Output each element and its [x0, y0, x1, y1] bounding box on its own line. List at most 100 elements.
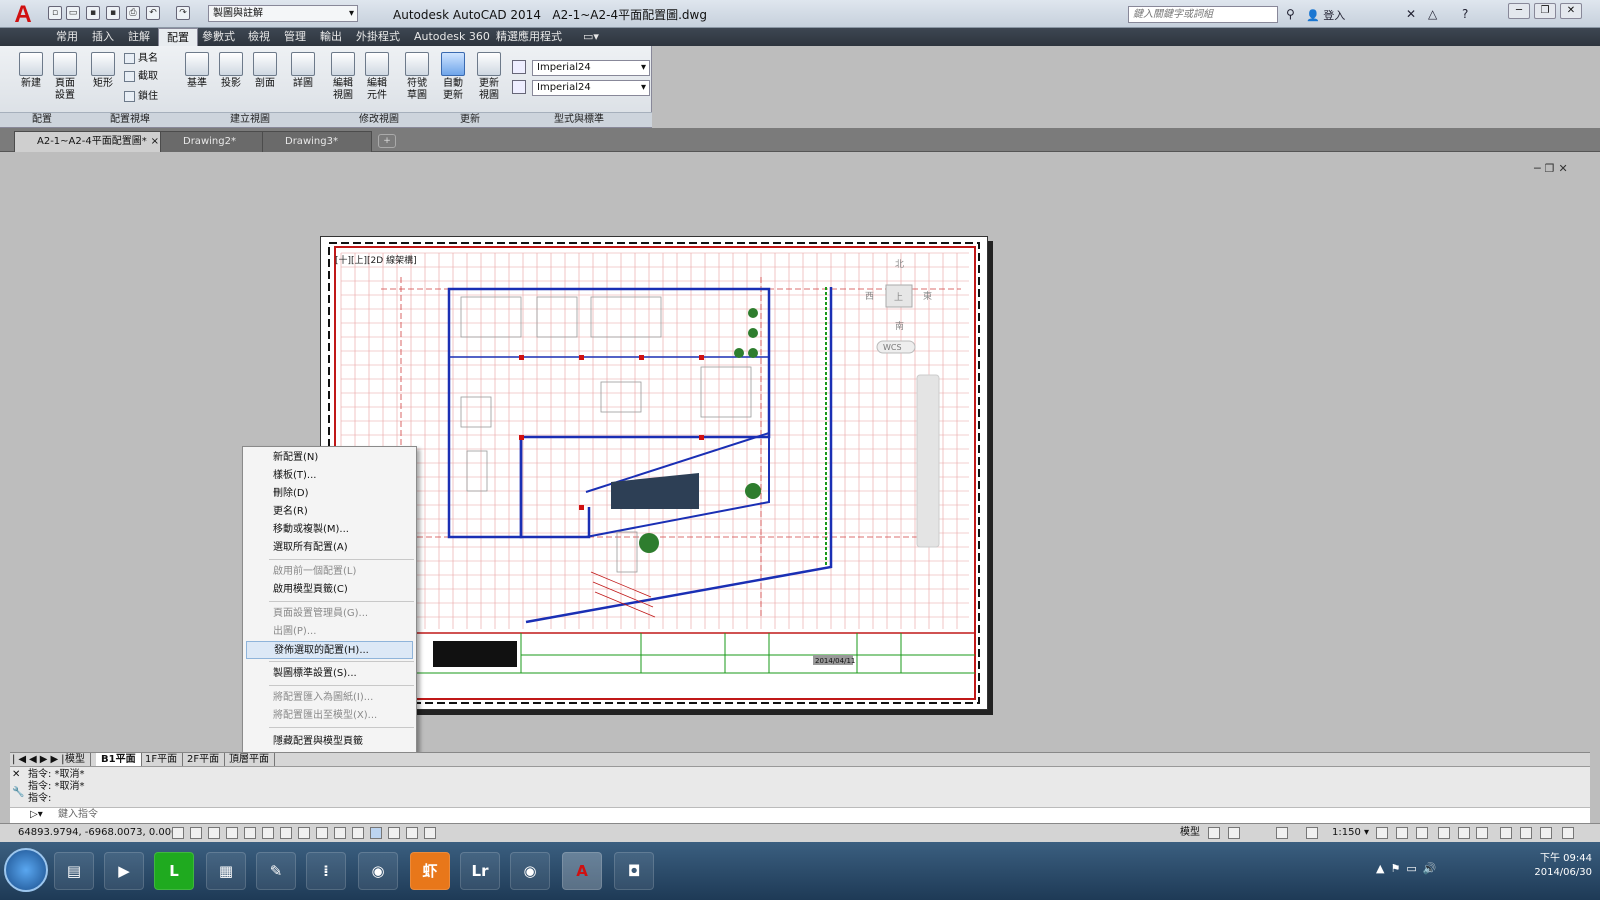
lightroom-icon[interactable]: Lr [460, 852, 500, 890]
viewport-scale-select[interactable]: 1:150 ▾ [1332, 824, 1369, 842]
edit-view-button[interactable]: 編輯 視圖 [328, 52, 358, 102]
rectangular-viewport-button[interactable]: 矩形 [88, 52, 118, 90]
chrome-icon[interactable]: ◉ [358, 852, 398, 890]
transparency-icon[interactable] [370, 827, 382, 839]
layout-tab-roof[interactable]: 頂層平面 [224, 753, 275, 766]
wrench-icon[interactable]: 🔧 [12, 787, 24, 799]
named-viewport-button[interactable]: 具名 [124, 52, 158, 65]
new-layout-button[interactable]: 新建 [16, 52, 46, 90]
exchange-icon[interactable]: ✕ [1406, 7, 1416, 21]
menu-publish-selected[interactable]: 發佈選取的配置(H)... [246, 641, 413, 659]
annotation-monitor-icon[interactable] [424, 827, 436, 839]
chrome-icon-2[interactable]: ◉ [510, 852, 550, 890]
triangle-icon[interactable]: △ [1428, 7, 1437, 21]
tab-autodesk360[interactable]: Autodesk 360 [406, 28, 498, 46]
layout-tab-b1[interactable]: B1平面 [96, 753, 142, 766]
projected-view-button[interactable]: 投影 [216, 52, 246, 90]
menu-delete[interactable]: 刪除(D) [246, 485, 413, 503]
base-view-button[interactable]: 基準 [182, 52, 212, 90]
update-view-button[interactable]: 更新 視圖 [474, 52, 504, 102]
menu-select-all-layouts[interactable]: 選取所有配置(A) [246, 539, 413, 557]
calculator-icon[interactable]: ▦ [206, 852, 246, 890]
menu-drafting-standards[interactable]: 製圖標準設置(S)... [246, 665, 413, 683]
menu-hide-layout-tabs[interactable]: 隱藏配置與模型頁籤 [246, 733, 413, 751]
polar-tracking-icon[interactable] [244, 827, 256, 839]
line-app-icon[interactable]: L [154, 852, 194, 890]
tab-featured-apps[interactable]: 精選應用程式 [488, 28, 570, 46]
section-style-select[interactable]: Imperial24 ▾ [532, 60, 650, 76]
menu-rename[interactable]: 更名(R) [246, 503, 413, 521]
auto-scale-icon[interactable] [1396, 827, 1408, 839]
apps-grid-icon[interactable]: ⁞ [306, 852, 346, 890]
quick-view-drawings-icon[interactable] [1228, 827, 1240, 839]
viewcube-north[interactable]: 北 [895, 259, 904, 270]
dynamic-input-icon[interactable] [334, 827, 346, 839]
quick-properties-icon[interactable] [388, 827, 400, 839]
taskbar-clock[interactable]: 下午 09:44 2014/06/30 [1522, 852, 1592, 880]
restore-button[interactable]: ❐ [1534, 3, 1556, 19]
tab-layout[interactable]: 配置 [158, 28, 198, 46]
paper-sheet[interactable]: [十][上][2D 線架構] 北 上 西 東 南 WCS 2014/04/11 [320, 236, 988, 710]
application-status-icon[interactable] [1520, 827, 1532, 839]
tab-home[interactable]: 常用 [48, 28, 86, 46]
viewcube-east[interactable]: 東 [923, 290, 932, 302]
page-setup-button[interactable]: 頁面 設置 [50, 52, 80, 102]
menu-move-copy[interactable]: 移動或複製(M)... [246, 521, 413, 539]
command-input[interactable]: ▷▾ 鍵入指令 [10, 807, 1590, 823]
clean-screen-icon[interactable] [1540, 827, 1552, 839]
tab-manage[interactable]: 管理 [276, 28, 314, 46]
tab-view[interactable]: 檢視 [240, 28, 278, 46]
navigation-bar[interactable] [916, 374, 940, 548]
lineweight-icon[interactable] [352, 827, 364, 839]
tab-output[interactable]: 輸出 [312, 28, 350, 46]
object-snap-tracking-icon[interactable] [298, 827, 310, 839]
snap-mode-icon[interactable] [190, 827, 202, 839]
layout-tab-2f[interactable]: 2F平面 [182, 753, 226, 766]
autocad-taskbar-icon[interactable]: A [562, 852, 602, 890]
object-snap-icon[interactable] [262, 827, 274, 839]
workspace-switching-icon[interactable] [1438, 827, 1450, 839]
viewcube-west[interactable]: 西 [865, 291, 874, 302]
binoculars-icon[interactable]: ⚲ [1286, 7, 1295, 21]
layout-tab-1f[interactable]: 1F平面 [140, 753, 184, 766]
xiami-icon[interactable]: 虾 [410, 852, 450, 890]
tab-toggle-icon[interactable]: ▭▾ [575, 28, 607, 46]
file-explorer-icon[interactable]: ▤ [54, 852, 94, 890]
doc-tab-a2[interactable]: A2-1~A2-4平面配置圖* × [14, 131, 164, 152]
tab-insert[interactable]: 插入 [84, 28, 122, 46]
detail-style-select[interactable]: Imperial24 ▾ [532, 80, 650, 96]
viewcube-south[interactable]: 南 [895, 320, 904, 332]
detail-view-button[interactable]: 詳圖 [288, 52, 318, 90]
section-view-button[interactable]: 剖面 [250, 52, 280, 90]
dynamic-ucs-icon[interactable] [316, 827, 328, 839]
quick-view-layouts-icon[interactable] [1208, 827, 1220, 839]
menu-activate-model-tab[interactable]: 啟用模型頁籤(C) [246, 581, 413, 599]
layout-tab-model[interactable]: 模型 [60, 753, 91, 766]
lock-ui-icon[interactable] [1458, 827, 1470, 839]
3d-osnap-icon[interactable] [280, 827, 292, 839]
system-tray-icons[interactable]: ▲⚑▭🔊 [1376, 862, 1442, 875]
viewport-label[interactable]: [十][上][2D 線架構] [335, 254, 417, 266]
doc-tab-drawing2[interactable]: Drawing2* [160, 131, 264, 152]
sign-in-button[interactable]: 👤 登入 [1306, 7, 1345, 23]
tab-parametric[interactable]: 參數式 [194, 28, 243, 46]
tab-addins[interactable]: 外掛程式 [348, 28, 408, 46]
start-button[interactable] [4, 848, 48, 892]
help-icon[interactable]: ? [1462, 7, 1468, 21]
edit-component-button[interactable]: 編輯 元件 [362, 52, 392, 102]
clip-viewport-button[interactable]: 截取 [124, 70, 158, 83]
search-input[interactable]: 鍵入關鍵字或詞組 [1128, 6, 1278, 23]
model-paper-toggle[interactable]: 模型 [1180, 824, 1200, 842]
annotation-scale-icon[interactable] [1416, 827, 1428, 839]
minimize-button[interactable]: ─ [1508, 3, 1530, 19]
tab-annotate[interactable]: 註解 [120, 28, 158, 46]
annotation-visibility-icon[interactable] [1376, 827, 1388, 839]
close-tab-icon[interactable]: × [151, 132, 159, 152]
lock-viewport-button[interactable]: 鎖住 [124, 90, 158, 103]
maximize-viewport-icon[interactable] [1276, 827, 1288, 839]
sync-viewport-icon[interactable] [1306, 827, 1318, 839]
viewport-window-controls[interactable]: ─❐✕ [1534, 162, 1572, 175]
new-tab-button[interactable]: + [378, 134, 396, 148]
selection-cycling-icon[interactable] [406, 827, 418, 839]
ortho-mode-icon[interactable] [226, 827, 238, 839]
